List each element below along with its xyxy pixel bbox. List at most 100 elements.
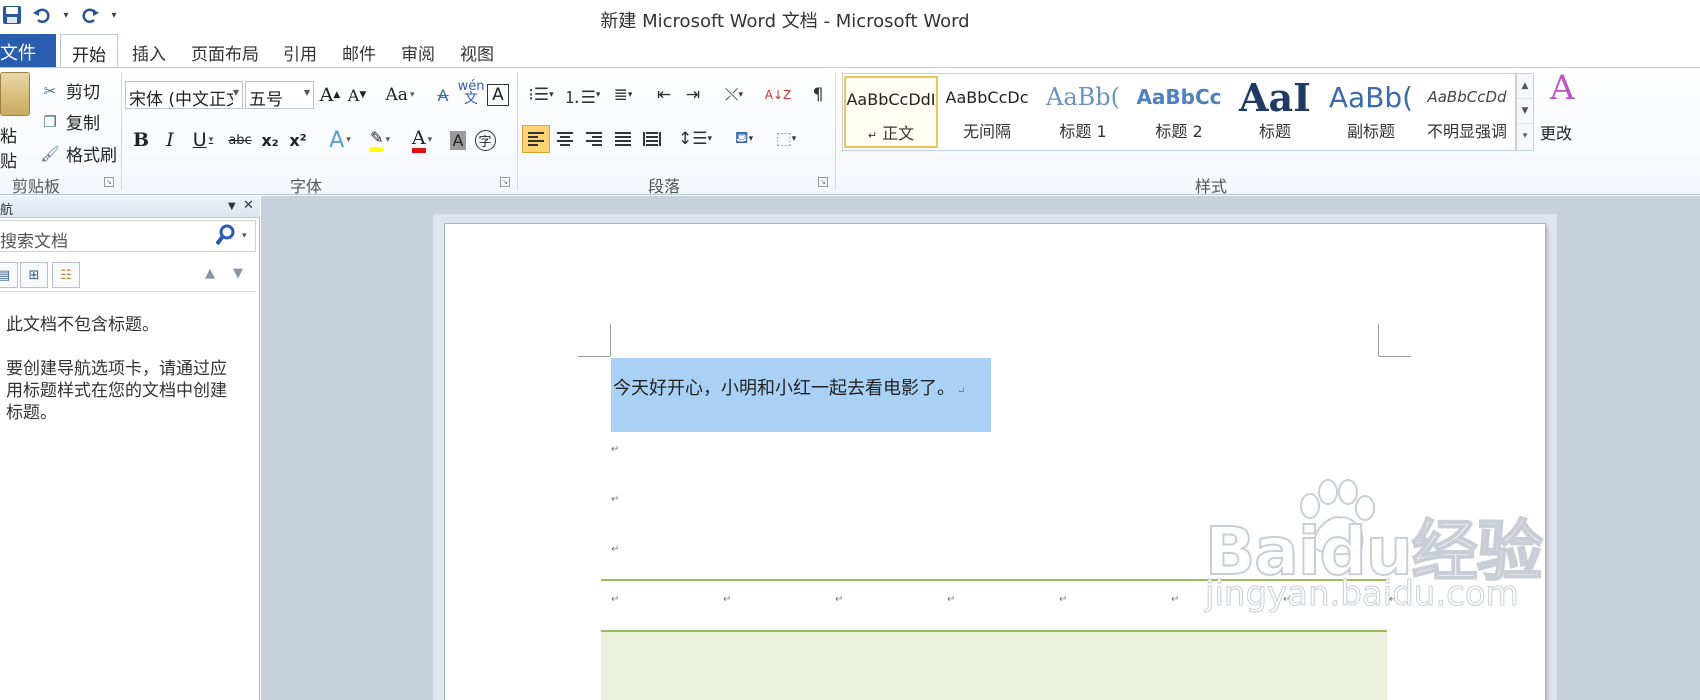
grow-font-button[interactable]: A ▲ <box>316 81 344 109</box>
tab-references[interactable]: 引用 <box>283 40 317 65</box>
subscript-button[interactable]: x₂ <box>256 126 284 154</box>
gallery-scrollbar: ▲ ▼ ▾ <box>1516 73 1534 151</box>
font-size-select[interactable]: 五号 ▼ <box>245 81 314 110</box>
character-shading-button[interactable]: A <box>444 126 472 154</box>
document-area: 今天好开心，小明和小红一起去看电影了。 ↵ ↵ ↵ ↵ ↵ ↵ ↵ ↵ ↵ ↵ ↵… <box>261 196 1700 700</box>
style-heading-2[interactable]: AaBbCc 标题 2 <box>1132 76 1226 148</box>
search-icon[interactable] <box>215 224 236 251</box>
bullets-button[interactable]: ⁝☰ ▾ <box>522 81 560 109</box>
table-cell-mark: ↵ <box>1171 594 1180 605</box>
bold-icon: B <box>132 129 150 151</box>
cut-button[interactable]: ✂ 剪切 <box>40 78 100 104</box>
tab-insert[interactable]: 插入 <box>132 40 166 65</box>
line-spacing-icon: ↕☰ <box>677 129 708 149</box>
browse-pages-icon[interactable]: ⊞ <box>20 262 48 288</box>
cut-label: 剪切 <box>66 83 100 103</box>
character-border-button[interactable]: A <box>487 84 509 106</box>
selected-text: 今天好开心，小明和小红一起去看电影了。 <box>613 378 955 399</box>
show-marks-button[interactable]: ¶ <box>804 81 832 109</box>
shrink-font-button[interactable]: A ▼ <box>343 81 371 109</box>
change-styles-button[interactable]: A 更改 <box>1540 68 1580 168</box>
style-subtle-emphasis[interactable]: AaBbCcDd 不明显强调 <box>1420 76 1514 148</box>
font-family-select[interactable]: 宋体 (中文正文) ▼ <box>125 81 243 110</box>
underline-button[interactable]: U <box>184 126 222 154</box>
enclose-characters-button[interactable]: 字 <box>471 126 499 154</box>
nav-search-box[interactable]: 搜索文档 ▾ <box>0 220 256 252</box>
decrease-indent-button[interactable]: ⇤ <box>650 81 678 109</box>
line-spacing-button[interactable]: ↕☰ ▾ <box>676 125 714 153</box>
align-left-icon <box>528 132 544 146</box>
align-center-button[interactable] <box>551 125 579 153</box>
borders-icon: ⬚ <box>775 129 792 149</box>
paste-button[interactable]: 粘贴 <box>0 72 30 172</box>
gallery-more-icon[interactable]: ▾ <box>1517 124 1533 149</box>
nav-header: 航 ▼ ✕ <box>0 196 260 218</box>
clear-formatting-button[interactable]: A <box>429 81 457 109</box>
font-color-button[interactable]: A <box>402 126 442 154</box>
tab-mailings[interactable]: 邮件 <box>342 40 376 65</box>
superscript-button[interactable]: x² <box>284 126 312 154</box>
nav-options-icon[interactable]: ▼ <box>228 201 236 212</box>
paragraph-launcher-icon[interactable]: ↘ <box>818 177 828 187</box>
numbering-button[interactable]: ⒈☰ ▾ <box>562 81 602 109</box>
style-preview: AaBb( <box>1045 83 1120 111</box>
strikethrough-button[interactable]: abc <box>226 126 254 154</box>
style-name: 无间隔 <box>962 122 1011 141</box>
sort-button[interactable]: A↓Z <box>764 81 792 109</box>
chevron-down-icon: ▾ <box>791 134 797 144</box>
style-normal[interactable]: AaBbCcDdI ↵ 正文 <box>844 76 938 148</box>
browse-results-icon[interactable]: ☷ <box>52 262 80 288</box>
table-cell-mark: ↵ <box>611 594 620 605</box>
style-heading-1[interactable]: AaBb( 标题 1 <box>1036 76 1130 148</box>
font-group-label: 字体 <box>290 177 323 196</box>
copy-label: 复制 <box>66 114 100 134</box>
bold-button[interactable]: B <box>127 126 155 154</box>
style-no-spacing[interactable]: AaBbCcDc 无间隔 <box>940 76 1034 148</box>
nav-no-headings-text: 此文档不包含标题。 <box>6 315 159 335</box>
clipboard-launcher-icon[interactable]: ↘ <box>104 177 114 187</box>
phonetic-guide-button[interactable]: wén 文 <box>457 79 485 107</box>
superscript-icon: x² <box>289 130 307 150</box>
previous-icon[interactable]: ▲ <box>205 266 215 281</box>
italic-button[interactable]: I <box>156 126 184 154</box>
crop-mark <box>610 324 611 356</box>
tab-home[interactable]: 开始 <box>60 34 118 68</box>
style-subtitle[interactable]: AaBb( 副标题 <box>1324 76 1418 148</box>
tab-review[interactable]: 审阅 <box>401 40 435 65</box>
tab-home-label: 开始 <box>72 46 106 66</box>
font-launcher-icon[interactable]: ↘ <box>500 177 510 187</box>
increase-indent-button[interactable]: ⇥ <box>679 81 707 109</box>
style-name: 副标题 <box>1346 122 1395 141</box>
multilevel-list-button[interactable]: ≣ ▾ <box>604 81 642 109</box>
gallery-down-icon[interactable]: ▼ <box>1517 99 1533 124</box>
align-left-button[interactable] <box>522 125 550 153</box>
document-page[interactable]: 今天好开心，小明和小红一起去看电影了。 ↵ ↵ ↵ ↵ ↵ ↵ ↵ ↵ ↵ ↵ ↵… <box>445 224 1545 700</box>
text-effects-button[interactable]: A <box>320 126 360 154</box>
format-painter-button[interactable]: 🖌 格式刷 <box>40 141 117 167</box>
selected-paragraph[interactable]: 今天好开心，小明和小红一起去看电影了。 ↵ <box>613 374 965 400</box>
tab-file[interactable]: 文件 <box>0 34 56 67</box>
close-icon[interactable]: ✕ <box>243 198 254 213</box>
clear-formatting-icon: A <box>437 85 449 105</box>
next-icon[interactable]: ▼ <box>233 266 243 281</box>
tab-page-layout[interactable]: 页面布局 <box>191 40 259 65</box>
distributed-button[interactable] <box>638 125 666 153</box>
crop-mark <box>1379 356 1411 357</box>
justify-button[interactable] <box>609 125 637 153</box>
chevron-down-icon: ▾ <box>738 90 744 100</box>
style-title[interactable]: AaI 标题 <box>1228 76 1322 148</box>
copy-button[interactable]: ❐ 复制 <box>40 109 100 135</box>
style-preview: AaBbCcDdI <box>846 89 936 109</box>
chevron-down-icon[interactable]: ▾ <box>242 231 247 241</box>
highlight-button[interactable]: ✎ <box>360 126 400 154</box>
nav-help-text: 要创建导航选项卡，请通过应用标题样式在您的文档中创建标题。 <box>6 359 227 423</box>
gallery-up-icon[interactable]: ▲ <box>1517 74 1533 99</box>
browse-headings-icon[interactable]: ▤ <box>0 262 18 288</box>
tab-view[interactable]: 视图 <box>460 40 494 65</box>
borders-button[interactable]: ⬚ ▾ <box>767 125 805 153</box>
chinese-layout-button[interactable]: ⤬ ▾ <box>715 81 753 109</box>
shading-button[interactable]: ⛾ ▾ <box>725 125 763 153</box>
styles-group-label: 样式 <box>1195 177 1228 196</box>
align-right-button[interactable] <box>580 125 608 153</box>
change-case-button[interactable]: Aa <box>381 81 419 109</box>
